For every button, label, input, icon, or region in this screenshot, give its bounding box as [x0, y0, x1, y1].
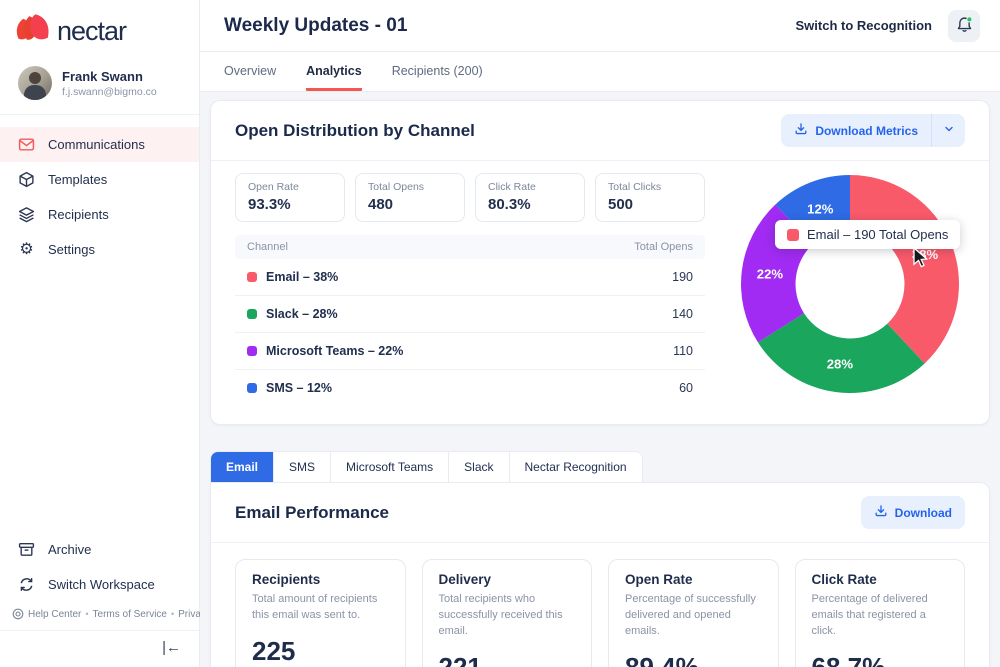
content-scroll-area[interactable]: Open Distribution by Channel Download Me…: [200, 92, 1000, 667]
svg-text:28%: 28%: [827, 357, 854, 372]
tab-recipients[interactable]: Recipients (200): [392, 52, 483, 91]
teams-color-swatch: [247, 346, 257, 356]
channel-tab-slack[interactable]: Slack: [449, 452, 510, 482]
sidebar-item-archive[interactable]: Archive: [0, 532, 199, 567]
sidebar-item-label: Archive: [48, 542, 92, 557]
app-window: nectar Frank Swann f.j.swann@bigmo.co Co…: [0, 0, 1000, 667]
sidebar-item-label: Templates: [48, 172, 108, 187]
slack-color-swatch: [247, 309, 257, 319]
perf-card-recipients: Recipients Total amount of recipients th…: [235, 559, 406, 667]
download-metrics-button[interactable]: Download Metrics: [781, 114, 931, 147]
dot-separator: •: [170, 609, 175, 619]
table-row-slack[interactable]: Slack – 28% 140: [235, 296, 705, 333]
donut-chart-svg: 38%28%22%12%: [741, 175, 959, 393]
svg-text:12%: 12%: [807, 201, 834, 216]
chevron-down-icon: [943, 123, 955, 138]
sidebar: nectar Frank Swann f.j.swann@bigmo.co Co…: [0, 0, 240, 667]
download-icon: [794, 122, 808, 139]
page-title: Weekly Updates - 01: [224, 14, 408, 36]
sidebar-item-label: Recipients: [48, 207, 109, 222]
download-button[interactable]: Download: [860, 496, 965, 529]
page-tabs: Overview Analytics Recipients (200): [200, 52, 1000, 92]
stat-card-click-rate: Click Rate 80.3%: [475, 173, 585, 222]
sidebar-item-recipients[interactable]: Recipients: [0, 197, 199, 232]
sidebar-footer-links: Help Center • Terms of Service • Privacy…: [0, 602, 240, 630]
perf-card-open-rate: Open Rate Percentage of successfully del…: [608, 559, 779, 667]
channel-tab-nectar-recognition[interactable]: Nectar Recognition: [509, 452, 642, 482]
svg-text:22%: 22%: [757, 266, 784, 281]
email-performance-title: Email Performance: [235, 502, 390, 522]
channel-table: Channel Total Opens Email – 38% 190 Slac…: [235, 235, 705, 406]
perf-card-click-rate: Click Rate Percentage of delivered email…: [794, 559, 965, 667]
sidebar-item-settings[interactable]: ⚙ Settings: [0, 232, 199, 267]
perf-card-delivery: Delivery Total recipients who successful…: [421, 559, 592, 667]
sidebar-item-label: Switch Workspace: [48, 577, 155, 592]
sidebar-item-switch-workspace[interactable]: Switch Workspace: [0, 567, 199, 602]
email-color-swatch: [247, 272, 257, 282]
cube-icon: [18, 171, 35, 188]
sidebar-menu: Communications Templates Recipients ⚙ Se…: [0, 115, 199, 267]
table-row-sms[interactable]: SMS – 12% 60: [235, 370, 705, 406]
stat-card-open-rate: Open Rate 93.3%: [235, 173, 345, 222]
collapse-sidebar-icon[interactable]: |←: [162, 639, 181, 656]
sidebar-item-label: Communications: [48, 137, 145, 152]
download-metrics-split-button: Download Metrics: [781, 114, 965, 147]
mouse-cursor-icon: [911, 246, 930, 273]
mail-icon: [18, 136, 35, 153]
user-profile[interactable]: Frank Swann f.j.swann@bigmo.co: [0, 58, 199, 115]
help-center-link[interactable]: Help Center: [28, 609, 81, 620]
gear-icon: ⚙: [19, 240, 34, 258]
stat-card-total-clicks: Total Clicks 500: [595, 173, 705, 222]
channel-tab-sms[interactable]: SMS: [274, 452, 332, 482]
notifications-button[interactable]: [948, 9, 980, 42]
main-area: Weekly Updates - 01 Switch to Recognitio…: [200, 0, 1000, 667]
stat-card-total-opens: Total Opens 480: [355, 173, 465, 222]
tooltip-color-swatch: [787, 228, 799, 241]
sidebar-collapse-row: |←: [0, 630, 199, 667]
sms-color-swatch: [247, 383, 257, 393]
sidebar-item-templates[interactable]: Templates: [0, 162, 199, 197]
nectar-flower-icon: [14, 13, 50, 50]
channel-tab-email[interactable]: Email: [211, 452, 275, 482]
help-icon: [12, 608, 24, 620]
performance-cards: Recipients Total amount of recipients th…: [235, 559, 965, 667]
brand-logo: nectar: [0, 0, 199, 58]
layers-icon: [18, 206, 35, 223]
table-row-microsoft-teams[interactable]: Microsoft Teams – 22% 110: [235, 333, 705, 370]
chart-tooltip: Email – 190 Total Opens: [775, 220, 961, 249]
sidebar-item-label: Settings: [48, 242, 95, 257]
channel-tabs: Email SMS Microsoft Teams Slack Nectar R…: [210, 451, 643, 482]
bell-icon: [956, 15, 973, 36]
open-distribution-title: Open Distribution by Channel: [235, 120, 475, 140]
channel-table-header: Channel Total Opens: [235, 235, 705, 259]
brand-wordmark: nectar: [57, 16, 127, 46]
table-row-email[interactable]: Email – 38% 190: [235, 259, 705, 296]
email-performance-panel: Email Performance Download Recipients To…: [210, 482, 990, 667]
terms-link[interactable]: Terms of Service: [93, 609, 167, 620]
dot-separator: •: [85, 609, 89, 619]
download-metrics-dropdown-button[interactable]: [931, 114, 965, 147]
sidebar-item-communications[interactable]: Communications: [0, 127, 199, 162]
switch-to-recognition-link[interactable]: Switch to Recognition: [796, 18, 933, 33]
archive-icon: [18, 541, 35, 558]
avatar: [18, 66, 52, 100]
channel-tab-microsoft-teams[interactable]: Microsoft Teams: [331, 452, 450, 482]
download-icon: [874, 504, 888, 521]
user-email: f.j.swann@bigmo.co: [62, 85, 157, 98]
user-name: Frank Swann: [62, 68, 143, 84]
tab-overview[interactable]: Overview: [224, 52, 276, 91]
distribution-stat-cards: Open Rate 93.3% Total Opens 480 Click Ra…: [235, 173, 705, 222]
open-distribution-panel: Open Distribution by Channel Download Me…: [210, 100, 990, 425]
main-header: Weekly Updates - 01 Switch to Recognitio…: [200, 0, 1000, 52]
donut-chart[interactable]: 38% 28% 22% 12% Email – 190 Total Opens: [739, 173, 961, 395]
tab-analytics[interactable]: Analytics: [306, 52, 362, 91]
switch-arrows-icon: [18, 576, 35, 593]
